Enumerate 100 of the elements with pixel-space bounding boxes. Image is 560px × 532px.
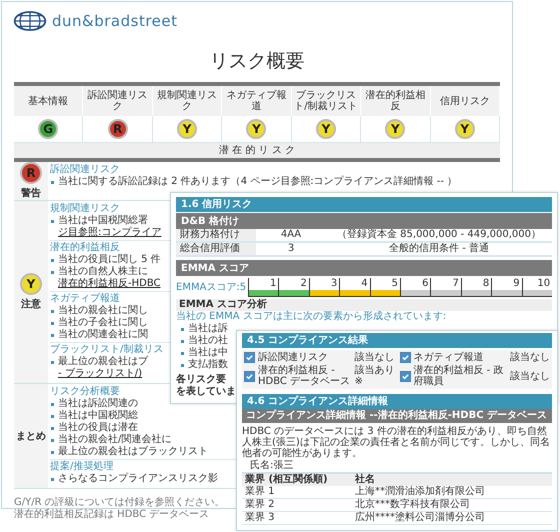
bullet-icon — [51, 360, 54, 364]
footnote: G/Y/R の評級については付録を参照ください。 — [14, 497, 225, 508]
rating-name: 財務力格付け — [176, 229, 256, 241]
rating-note: （登録資本金 85,000,000 - 449,000,000） — [336, 229, 542, 241]
column-header: 社名 — [352, 472, 552, 486]
finding-text: さらなるコンプライアンスリスク影 — [58, 473, 218, 485]
rating-badge: Y — [246, 119, 266, 139]
score-cell: 5 — [370, 278, 400, 296]
note-text: を表していま — [176, 386, 236, 398]
checkbox[interactable] — [400, 352, 410, 363]
bullet-icon — [51, 334, 54, 336]
brand-name: dun&bradstreet — [52, 12, 178, 30]
section-heading: ネガティブ報道 — [50, 293, 120, 304]
section-heading: 訴訟関連リスク — [50, 164, 120, 176]
finding-text: 当社の役員は潜在 — [58, 422, 138, 434]
bullet-icon — [181, 364, 184, 366]
table-cell: 上海**潤滑油添加剤有限公司 — [352, 486, 552, 499]
column-header: 信用リスク — [430, 86, 500, 116]
finding-text: 当社の自然人株主に — [58, 266, 148, 278]
bullet-icon — [51, 402, 54, 406]
section-heading: 提案/推奨処理 — [50, 461, 114, 473]
column-header: 潜在的利益相反 — [361, 86, 431, 116]
score-cell: 7 — [430, 278, 461, 296]
check-name: 潜在的利益相反 - HDBC データベース — [258, 365, 352, 387]
finding-text: 当社に関する訴訟記録は 2 件あります（4 ページ目参照:コンプライアンス詳細情報 -- ） — [58, 176, 458, 188]
check-name: 訴訟関連リスク — [258, 352, 329, 363]
score-cell: 9 — [491, 278, 522, 296]
bullet-icon — [181, 340, 184, 342]
checkbox[interactable] — [400, 370, 410, 382]
row-label: まとめ — [16, 430, 46, 443]
bullet-icon — [51, 258, 54, 262]
score-label: EMMAスコア:5 — [176, 282, 248, 294]
column-header: 訴訟関連リスク — [83, 86, 153, 116]
section-band: 潜 在 的 リ ス ク — [14, 143, 500, 158]
bullet-icon — [51, 322, 54, 324]
score-cell: 10 — [522, 278, 552, 296]
check-result: 該当あり ※ — [354, 365, 396, 387]
column-header: ネガティブ報道 — [222, 86, 292, 116]
finding-text: 支払指数 — [188, 359, 228, 371]
bullet-icon — [51, 414, 54, 418]
check-result: 該当なし — [354, 352, 396, 363]
finding-text: 当社の社 — [188, 335, 228, 346]
section-title: 1.6 信用リスク — [176, 197, 552, 212]
rating-badge: Y — [385, 119, 406, 139]
note-text: 各リスク要 — [176, 374, 226, 386]
rating-badge: Y — [177, 119, 198, 139]
rating-name: 総合信用評価 — [176, 243, 256, 255]
check-name: ネガティブ報道 — [414, 352, 484, 363]
section-heading: リスク分析概要 — [50, 386, 120, 398]
checkbox[interactable] — [244, 370, 255, 382]
globe-logo-icon — [12, 10, 48, 32]
bullet-icon — [181, 328, 184, 330]
column-header: 基本情報 — [14, 86, 84, 116]
finding-link[interactable]: ジ目参照:コンプライア — [58, 227, 162, 239]
bullet-icon — [51, 438, 54, 442]
bullet-icon — [51, 180, 54, 184]
section-title: 4.5 コンプライアンス結果 — [242, 333, 552, 348]
finding-text: 当社の関連会社に関 — [58, 329, 148, 341]
bullet-icon — [51, 270, 54, 274]
bullet-icon — [51, 478, 54, 480]
finding-link[interactable]: 潜在的利益相反-HDBC — [58, 278, 160, 290]
checkbox[interactable] — [244, 352, 255, 363]
analysis-title: EMMA スコア分析 — [176, 299, 552, 311]
score-cell: 3 — [308, 278, 340, 296]
score-cell: 2 — [278, 278, 309, 296]
rating-note: 全般的信用条件 - 普通 — [388, 243, 490, 255]
check-result: 該当なし — [510, 352, 550, 363]
bullet-icon — [51, 426, 54, 430]
finding-text: 当社の子会社に関し — [58, 317, 148, 328]
bullet-icon — [51, 310, 54, 312]
finding-text: 当社は中国税関総 — [58, 410, 138, 422]
column-header: 業界 (相互関係順) — [242, 472, 352, 486]
row-label: 警告 — [21, 186, 41, 200]
subsection-title: コンプライアンス詳細情報 --潜在的利益相反-HDBC データベース — [242, 409, 552, 423]
bullet-icon — [181, 352, 184, 354]
table-cell: 業界 1 — [242, 486, 352, 499]
finding-text: 最上位の親会社はブ — [58, 356, 148, 368]
rating-badge: Y — [454, 119, 475, 139]
table-cell: 業界 2 — [242, 499, 352, 512]
finding-text: 最上位の親会社はブラックリスト — [58, 446, 208, 458]
finding-link[interactable]: - ブラックリスト/) — [58, 368, 142, 380]
section-heading: ブラックリスト/制裁リス — [50, 344, 164, 356]
subsection-title: EMMA スコア — [176, 260, 552, 276]
check-name: 潜在的利益相反 - 政府職員 — [414, 365, 504, 387]
rating-badge: R — [20, 162, 42, 184]
person-name: 氏名:張三 — [249, 460, 294, 472]
bullet-icon — [51, 450, 54, 454]
finding-text: 当社は中 — [188, 347, 228, 358]
check-result: 該当なし — [510, 370, 550, 382]
finding-text: 当社は中国税関総署 — [58, 215, 148, 226]
footnote: 潜在的利益相反記録は HDBC データベース — [14, 509, 210, 521]
rating-badge: R — [108, 119, 128, 139]
finding-text: 当社は訴 — [188, 323, 228, 334]
section-heading: 潜在的利益相反 — [50, 242, 120, 254]
score-cell: 8 — [460, 278, 492, 296]
table-cell: 北京***数字科技有限公司 — [352, 499, 552, 512]
score-cell: 4 — [339, 278, 370, 296]
subsection-title: D&B 格付け — [176, 213, 552, 229]
row-label: 注意 — [21, 297, 41, 311]
section-title: 4.6 コンプライアンス詳細情報 — [242, 394, 552, 409]
